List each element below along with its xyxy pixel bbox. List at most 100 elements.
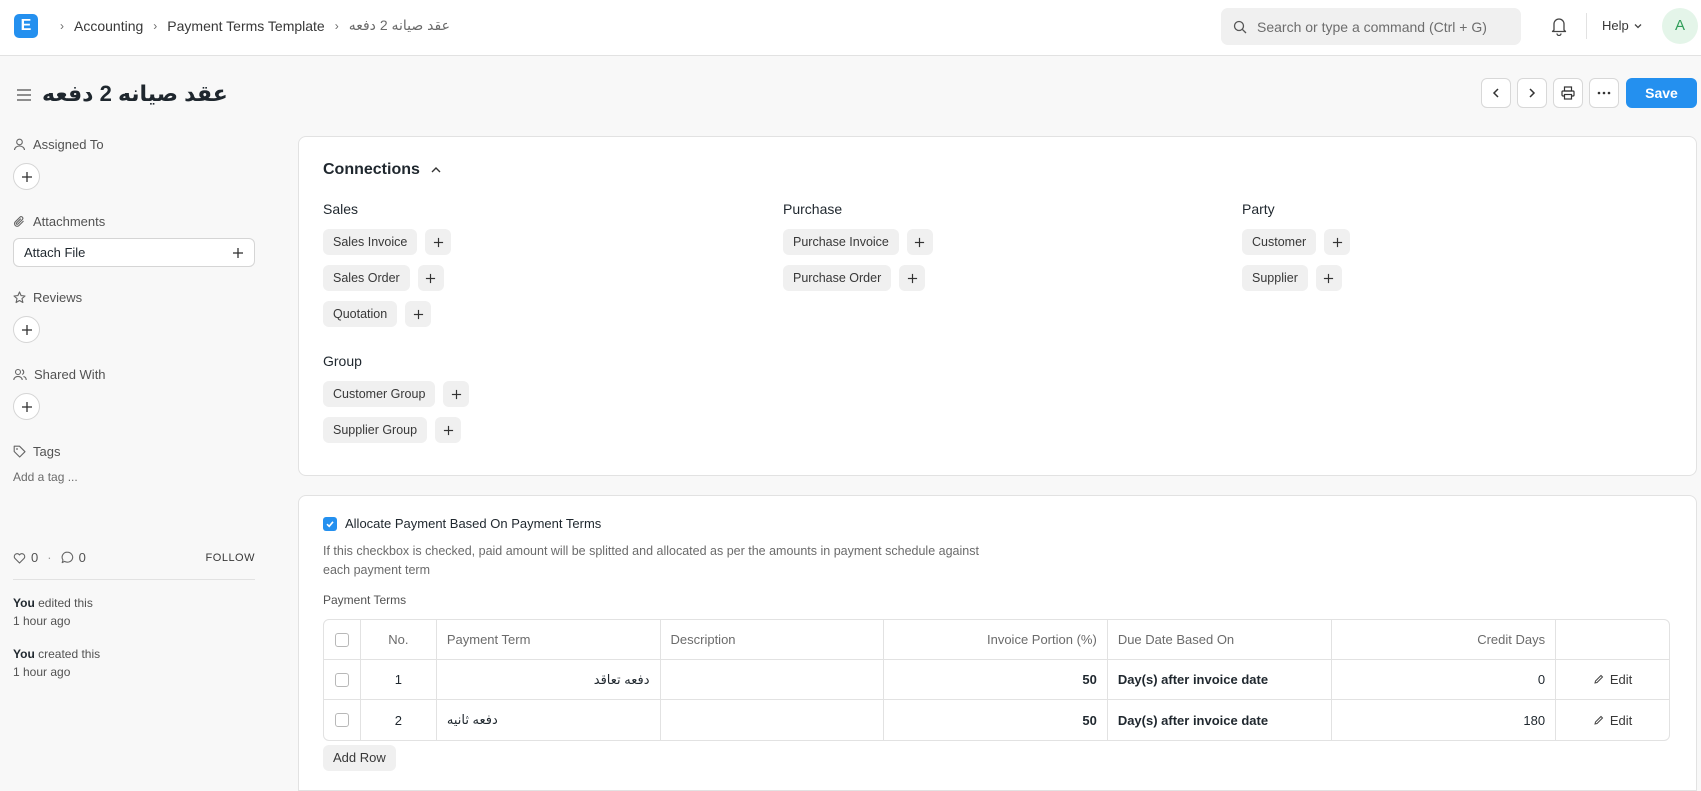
add-purchase-order-button[interactable] [899, 265, 926, 291]
more-actions-button[interactable] [1589, 78, 1619, 108]
form-sidebar: Assigned To Attachments Attach File Revi… [13, 136, 255, 681]
connection-sales-order[interactable]: Sales Order [323, 265, 410, 291]
payment-terms-label: Payment Terms [323, 593, 407, 607]
chevron-right-icon: › [153, 18, 158, 33]
row-checkbox[interactable] [334, 713, 349, 727]
assigned-to-label: Assigned To [13, 136, 255, 152]
sidebar-toggle[interactable] [16, 88, 32, 105]
help-dropdown[interactable]: Help [1602, 18, 1643, 33]
attach-file-button[interactable]: Attach File [13, 238, 255, 267]
plus-icon [21, 324, 32, 335]
add-tag-link[interactable]: Add a tag ... [13, 470, 255, 484]
print-button[interactable] [1553, 78, 1583, 108]
connection-quotation[interactable]: Quotation [323, 301, 398, 327]
table-row[interactable]: 2 دفعه ثانيه 50 Day(s) after invoice dat… [324, 700, 1669, 740]
credit-days-cell[interactable]: 180 [1332, 700, 1557, 740]
activity-item: You created this 1 hour ago [13, 645, 255, 681]
description-cell[interactable] [661, 660, 885, 699]
add-customer-button[interactable] [1324, 229, 1351, 255]
plus-icon [451, 389, 461, 399]
column-header: Invoice Portion (%) [884, 620, 1108, 659]
connection-customer-group[interactable]: Customer Group [323, 381, 436, 407]
connections-title: Connections [323, 161, 420, 178]
comment-icon[interactable] [61, 551, 74, 564]
attach-file-label: Attach File [24, 245, 86, 260]
breadcrumb-accounting[interactable]: Accounting [74, 18, 143, 34]
connection-customer[interactable]: Customer [1242, 229, 1317, 255]
previous-button[interactable] [1481, 78, 1511, 108]
connection-supplier-group[interactable]: Supplier Group [323, 417, 428, 443]
add-share-button[interactable] [13, 393, 40, 420]
add-supplier-button[interactable] [1315, 265, 1342, 291]
connections-group-purchase: Purchase [783, 201, 843, 217]
breadcrumb: › Accounting › Payment Terms Template › … [50, 17, 450, 34]
add-sales-order-button[interactable] [417, 265, 444, 291]
table-row[interactable]: 1 دفعه تعاقد 50 Day(s) after invoice dat… [324, 660, 1669, 700]
chevron-up-icon [431, 167, 441, 173]
follow-button[interactable]: FOLLOW [206, 552, 255, 564]
add-customer-group-button[interactable] [443, 381, 470, 407]
pencil-icon [1594, 674, 1604, 684]
plus-icon [21, 401, 32, 412]
due-date-based-on-cell[interactable]: Day(s) after invoice date [1108, 660, 1333, 699]
invoice-portion-cell[interactable]: 50 [884, 660, 1108, 699]
breadcrumb-payment-terms-template[interactable]: Payment Terms Template [167, 18, 324, 34]
save-button[interactable]: Save [1626, 78, 1697, 108]
connection-row: Supplier [1242, 265, 1342, 291]
plus-icon [233, 247, 243, 258]
connections-group-group: Group [323, 353, 362, 369]
check-icon [326, 520, 334, 527]
plus-icon [413, 309, 423, 319]
add-quotation-button[interactable] [405, 301, 432, 327]
connection-purchase-invoice[interactable]: Purchase Invoice [783, 229, 899, 255]
app-logo[interactable]: E [14, 14, 38, 38]
connection-row: Customer Group [323, 381, 470, 407]
connection-supplier[interactable]: Supplier [1242, 265, 1308, 291]
add-sales-invoice-button[interactable] [425, 229, 452, 255]
connection-row: Purchase Order [783, 265, 926, 291]
chevron-down-icon [1634, 23, 1642, 28]
search-bar[interactable]: Search or type a command (Ctrl + G) [1221, 8, 1521, 45]
notifications-button[interactable] [1550, 16, 1568, 39]
connections-card: Connections Sales Sales Invoice Sales Or… [298, 136, 1697, 476]
column-header: Description [661, 620, 885, 659]
invoice-portion-cell[interactable]: 50 [884, 700, 1108, 740]
payment-term-cell[interactable]: دفعه ثانيه [437, 700, 661, 740]
allocate-payment-label: Allocate Payment Based On Payment Terms [345, 516, 602, 531]
row-checkbox[interactable] [334, 672, 349, 687]
add-review-button[interactable] [13, 316, 40, 343]
credit-days-cell[interactable]: 0 [1332, 660, 1557, 699]
select-all-checkbox[interactable] [334, 632, 349, 647]
checkbox-checked[interactable] [323, 516, 337, 531]
column-header: Credit Days [1332, 620, 1557, 659]
edit-row-button[interactable]: Edit [1593, 713, 1632, 728]
description-cell[interactable] [661, 700, 885, 740]
connection-row: Quotation [323, 301, 432, 327]
add-assignee-button[interactable] [13, 163, 40, 190]
connection-purchase-order[interactable]: Purchase Order [783, 265, 892, 291]
heart-icon[interactable] [13, 552, 26, 564]
connections-header[interactable]: Connections [323, 161, 442, 179]
connection-row: Sales Invoice [323, 229, 452, 255]
connection-sales-invoice[interactable]: Sales Invoice [323, 229, 418, 255]
column-header: Due Date Based On [1108, 620, 1333, 659]
likes-comments: 0 · 0 FOLLOW [13, 550, 255, 565]
tags-label: Tags [13, 443, 255, 459]
row-number: 1 [361, 660, 437, 699]
due-date-based-on-cell[interactable]: Day(s) after invoice date [1108, 700, 1333, 740]
allocate-payment-description: If this checkbox is checked, paid amount… [323, 544, 979, 577]
add-purchase-invoice-button[interactable] [906, 229, 933, 255]
add-row-button[interactable]: Add Row [323, 745, 396, 771]
sidebar-divider [13, 579, 255, 580]
add-supplier-group-button[interactable] [435, 417, 462, 443]
breadcrumb-current[interactable]: عقد صيانه 2 دفعه [349, 17, 450, 34]
connection-row: Purchase Invoice [783, 229, 933, 255]
edit-row-button[interactable]: Edit [1593, 672, 1632, 687]
more-horizontal-icon [1597, 91, 1611, 95]
payment-term-cell[interactable]: دفعه تعاقد [437, 660, 661, 699]
next-button[interactable] [1517, 78, 1547, 108]
plus-icon [907, 273, 917, 283]
column-header: No. [361, 620, 437, 659]
user-avatar[interactable]: A [1662, 8, 1698, 44]
allocate-payment-checkbox[interactable]: Allocate Payment Based On Payment Terms [323, 516, 601, 531]
